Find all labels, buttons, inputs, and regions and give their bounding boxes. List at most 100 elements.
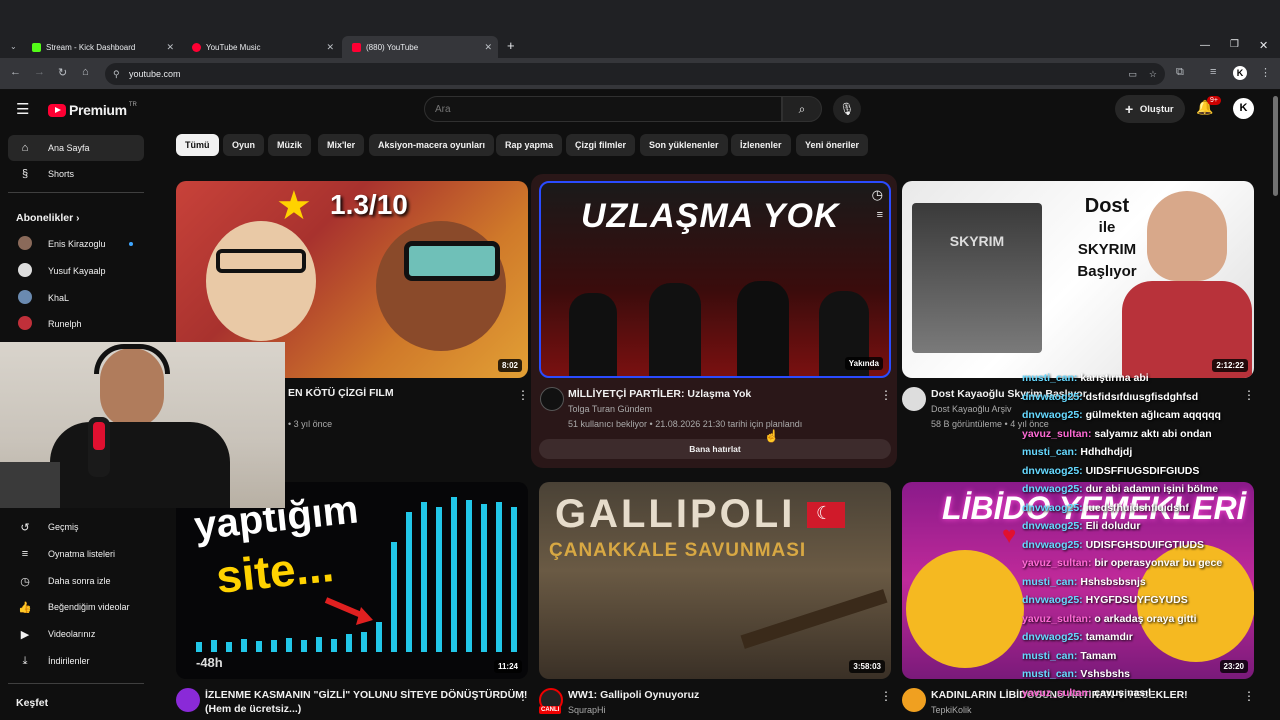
search-button[interactable]: ⌕ [782, 96, 822, 122]
sidebar-item-sub[interactable]: Yusuf Kayaalp [8, 258, 144, 284]
video-title[interactable]: İZLENME KASMANIN "GİZLİ" YOLUNU SİTEYE D… [205, 688, 527, 702]
channel-name[interactable]: Tolga Turan Gündem [568, 402, 652, 416]
hamburger-menu-icon[interactable]: ☰ [16, 100, 29, 118]
home-icon: ⌂ [21, 142, 29, 154]
extensions-icon[interactable]: ⧉ [1176, 66, 1184, 79]
sidebar-item-your-videos[interactable]: ▶ Videolarınız [8, 621, 144, 647]
restore-icon[interactable]: ❐ [1230, 39, 1239, 50]
forward-icon[interactable]: → [34, 66, 45, 78]
sidebar-item-sub[interactable]: KhaL [8, 285, 144, 311]
video-thumbnail[interactable]: SKYRIM Dost ile SKYRIM Başlıyor 2:12:22 [902, 181, 1254, 378]
sidebar-item-home[interactable]: ⌂ Ana Sayfa [8, 135, 144, 161]
window-close-icon[interactable]: ✕ [1259, 39, 1268, 52]
voice-search-button[interactable]: 🎙 [833, 95, 861, 123]
chip[interactable]: Son yüklenenler [640, 134, 728, 156]
chat-message: yavuz_sultan: bir operasyonvar bu gece [1022, 557, 1222, 569]
page-scrollbar[interactable] [1273, 96, 1278, 196]
chip[interactable]: İzlenenler [731, 134, 791, 156]
chat-message: yavuz_sultan: çavuş nasıl [1022, 687, 1151, 699]
channel-avatar[interactable] [902, 387, 926, 411]
back-icon[interactable]: ← [10, 66, 21, 78]
chat-text: o arkadaş oraya gitti [1094, 612, 1197, 625]
sidebar-item-sub[interactable]: Enis Kirazoglu [8, 231, 144, 257]
youtube-logo[interactable]: Premium TR [48, 102, 137, 118]
chat-text: Tamam [1080, 649, 1117, 662]
video-thumbnail[interactable]: UZLAŞMA YOK ◷ ≡ Yakında [539, 181, 891, 378]
video-title[interactable]: WW1: Gallipoli Oynuyoruz [568, 688, 699, 702]
close-icon[interactable]: ✕ [484, 42, 492, 53]
sidebar-item-label: Daha sonra izle [48, 576, 111, 586]
chip[interactable]: Rap yapma [496, 134, 563, 156]
chat-text: tamamdır [1085, 631, 1133, 643]
create-button[interactable]: + Oluştur [1115, 95, 1185, 123]
sidebar-divider [8, 192, 144, 193]
search-input[interactable] [424, 96, 782, 122]
chip-all[interactable]: Tümü [176, 134, 219, 156]
sidebar-item-shorts[interactable]: § Shorts [8, 161, 144, 187]
chip[interactable]: Yeni öneriler [796, 134, 869, 156]
chat-message: dnvwaog25: dsfidsıfdıusgfisdghfsd [1022, 391, 1198, 403]
more-options-icon[interactable]: ⋮ [1243, 689, 1255, 703]
box-text: SKYRIM [949, 233, 1005, 249]
reload-icon[interactable]: ↻ [58, 66, 67, 79]
add-to-queue-icon[interactable]: ≡ [877, 209, 883, 221]
chip[interactable]: Aksiyon-macera oyunları [369, 134, 495, 156]
browser-menu-icon[interactable]: ⋮ [1260, 66, 1271, 79]
video-thumbnail[interactable]: yaptığım site... -48h 11:24 [176, 482, 528, 679]
channel-name[interactable]: Dost Kayaoğlu Arşiv [931, 402, 1012, 416]
sidebar-item-downloads[interactable]: ⤓ İndirilenler [8, 648, 144, 674]
sidebar-item-playlists[interactable]: ≡ Oynatma listeleri [8, 541, 144, 567]
channel-name[interactable]: SqurapHi [568, 703, 606, 717]
sidebar-item-sub[interactable]: Runelph [8, 311, 144, 337]
youtube-icon [352, 42, 361, 52]
sidebar-item-watch-later[interactable]: ◷ Daha sonra izle [8, 568, 144, 594]
account-avatar[interactable]: K [1233, 98, 1254, 119]
home-icon[interactable]: ⌂ [82, 66, 89, 78]
chat-username: dnvwaog25: [1022, 501, 1083, 514]
bookmark-star-icon[interactable]: ☆ [1149, 63, 1157, 85]
video-title[interactable]: MİLLİYETÇİ PARTİLER: Uzlaşma Yok [568, 387, 751, 401]
close-icon[interactable]: ✕ [166, 42, 174, 53]
chat-text: karıştırma abi [1080, 372, 1149, 384]
browser-tab-yt-music[interactable]: YouTube Music ✕ [182, 36, 340, 58]
video-title-line-2[interactable]: (Hem de ücretsiz...) [205, 702, 301, 716]
install-app-icon[interactable]: ▭ [1128, 63, 1137, 85]
duration-badge: 23:20 [1219, 660, 1248, 673]
subscriptions-heading[interactable]: Abonelikler › [16, 212, 79, 224]
person-face [1147, 191, 1227, 281]
chip[interactable]: Mix'ler [318, 134, 365, 156]
youtube-play-icon [48, 103, 66, 117]
chat-text: UIDSFFIUGSDIFGIUDS [1085, 464, 1200, 477]
browser-tab-kick[interactable]: Stream - Kick Dashboard ✕ [22, 36, 180, 58]
chat-username: musti_can: [1022, 668, 1078, 680]
site-info-icon[interactable]: ⚲ [113, 63, 120, 85]
more-options-icon[interactable]: ⋮ [517, 388, 529, 402]
video-title[interactable]: EN KÖTÜ ÇİZGİ FILM [288, 386, 394, 400]
chat-message: dnvwaog25: dur abi adamın işini bölme [1022, 483, 1218, 495]
remind-me-button[interactable]: Bana hatırlat [539, 439, 891, 459]
video-thumbnail[interactable]: GALLIPOLI ÇANAKKALE SAVUNMASI ☾ 3:58:03 [539, 482, 891, 679]
close-icon[interactable]: ✕ [326, 42, 334, 53]
more-options-icon[interactable]: ⋮ [517, 689, 529, 703]
watch-later-icon[interactable]: ◷ [872, 187, 883, 203]
chip[interactable]: Çizgi filmler [566, 134, 636, 156]
sidebar-item-history[interactable]: ↺ Geçmiş [8, 514, 144, 540]
channel-avatar[interactable] [902, 688, 926, 712]
channel-name[interactable]: TepkiKolik [931, 703, 972, 717]
channel-avatar[interactable] [540, 387, 564, 411]
new-content-dot [129, 242, 133, 246]
more-options-icon[interactable]: ⋮ [880, 689, 892, 703]
minimize-icon[interactable]: — [1200, 40, 1210, 51]
chip[interactable]: Oyun [223, 134, 265, 156]
channel-avatar[interactable] [176, 688, 200, 712]
new-tab-icon[interactable]: + [507, 38, 515, 53]
more-options-icon[interactable]: ⋮ [1243, 388, 1255, 402]
profile-avatar[interactable]: K [1233, 66, 1247, 80]
browser-tab-youtube[interactable]: (880) YouTube ✕ [342, 36, 498, 58]
more-options-icon[interactable]: ⋮ [880, 388, 892, 402]
chip[interactable]: Müzik [268, 134, 312, 156]
tab-list-chevron-icon[interactable]: ⌄ [10, 42, 17, 51]
media-control-icon[interactable]: ≡ [1210, 66, 1216, 78]
address-bar[interactable]: ⚲ youtube.com ▭ ☆ [105, 63, 1165, 85]
sidebar-item-liked[interactable]: 👍 Beğendiğim videolar [8, 594, 144, 620]
